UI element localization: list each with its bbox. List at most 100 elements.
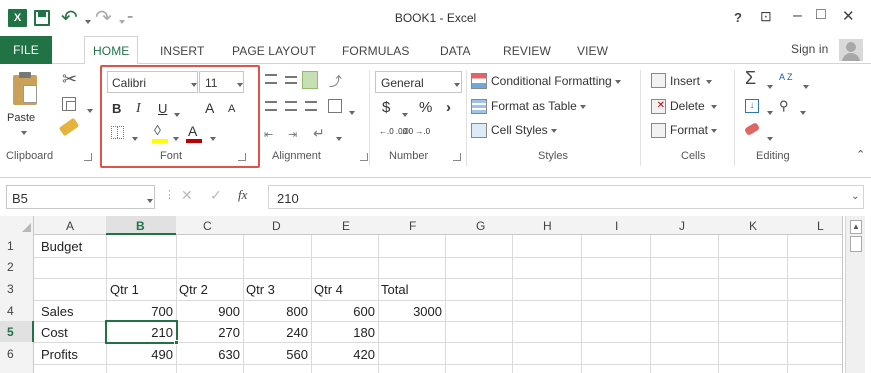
cell-e6[interactable]: 420	[311, 347, 375, 362]
cell-b5[interactable]: 210	[106, 325, 173, 340]
cell-b3[interactable]: Qtr 1	[110, 282, 139, 297]
cell-d4[interactable]: 800	[243, 304, 308, 319]
cell-e4[interactable]: 600	[311, 304, 375, 319]
row-header-1[interactable]: 1	[7, 239, 14, 253]
tab-home[interactable]: HOME	[84, 36, 139, 65]
cell-d6[interactable]: 560	[243, 347, 308, 362]
copy-icon[interactable]	[62, 97, 76, 111]
column-header-i[interactable]: I	[615, 219, 618, 233]
clipboard-launcher-icon[interactable]	[84, 153, 92, 161]
ribbon-display-options-icon[interactable]: ⊡	[760, 8, 772, 25]
cut-icon[interactable]: ✂	[62, 69, 77, 90]
fill-handle[interactable]	[174, 340, 179, 345]
column-header-g[interactable]: G	[476, 219, 485, 233]
column-header-c[interactable]: C	[203, 219, 212, 233]
sort-dropdown-icon[interactable]	[800, 78, 809, 96]
cell-a4[interactable]: Sales	[41, 304, 74, 319]
format-button[interactable]: Format	[670, 123, 718, 137]
column-header-j[interactable]: J	[679, 219, 685, 233]
cell-e5[interactable]: 180	[311, 325, 375, 340]
cell-styles-icon[interactable]	[471, 123, 487, 138]
help-icon[interactable]: ?	[734, 10, 742, 25]
vertical-scrollbar[interactable]: ▲	[845, 216, 865, 373]
cell-styles-button[interactable]: Cell Styles	[491, 123, 557, 137]
row-header-4[interactable]: 4	[7, 304, 14, 318]
cell-f4[interactable]: 3000	[378, 304, 442, 319]
minimize-icon[interactable]: –	[793, 7, 802, 25]
orientation-icon[interactable]: ⤴	[329, 71, 342, 90]
formula-bar-grip-icon[interactable]: ⋮	[164, 188, 175, 201]
clear-dropdown-icon[interactable]	[764, 130, 773, 148]
center-icon[interactable]	[285, 101, 297, 111]
cell-a6[interactable]: Profits	[41, 347, 78, 362]
increase-indent-icon[interactable]: ⇥	[288, 128, 297, 141]
cell-c5[interactable]: 270	[176, 325, 240, 340]
fill-dropdown-icon[interactable]	[764, 104, 773, 122]
column-header-d[interactable]: D	[272, 219, 281, 233]
cell-d3[interactable]: Qtr 3	[246, 282, 275, 297]
row-header-5[interactable]: 5	[7, 325, 14, 339]
number-launcher-icon[interactable]	[453, 153, 461, 161]
find-select-icon[interactable]: ⚲	[779, 98, 789, 114]
format-cells-icon[interactable]	[651, 123, 666, 138]
sign-in-link[interactable]: Sign in	[791, 42, 828, 56]
tab-review[interactable]: REVIEW	[503, 44, 551, 58]
confirm-entry-icon[interactable]: ✓	[210, 187, 222, 204]
column-header-e[interactable]: E	[342, 219, 350, 233]
formula-input[interactable]: 210 ⌄	[268, 185, 864, 209]
cancel-entry-icon[interactable]: ✕	[181, 187, 193, 204]
clear-icon[interactable]	[743, 122, 761, 136]
insert-button[interactable]: Insert	[670, 74, 713, 88]
row-header-2[interactable]: 2	[7, 260, 14, 274]
format-painter-icon[interactable]	[58, 117, 80, 137]
cell-e3[interactable]: Qtr 4	[314, 282, 343, 297]
cell-c3[interactable]: Qtr 2	[179, 282, 208, 297]
autosum-dropdown-icon[interactable]	[764, 78, 773, 96]
format-as-table-button[interactable]: Format as Table	[491, 99, 586, 113]
format-as-table-icon[interactable]	[471, 99, 487, 114]
conditional-formatting-icon[interactable]	[471, 73, 487, 89]
cell-a1[interactable]: Budget	[41, 239, 82, 254]
tab-file[interactable]: FILE	[0, 36, 52, 64]
currency-button[interactable]: $	[382, 99, 390, 116]
select-all-icon[interactable]	[22, 223, 31, 232]
expand-formula-bar-icon[interactable]: ⌄	[851, 191, 859, 202]
middle-align-icon[interactable]	[285, 76, 297, 84]
column-header-a[interactable]: A	[66, 219, 74, 233]
align-left-icon[interactable]	[265, 101, 277, 111]
avatar[interactable]	[839, 39, 863, 61]
insert-function-icon[interactable]: fx	[238, 187, 247, 203]
cell-c6[interactable]: 630	[176, 347, 240, 362]
wrap-text-icon[interactable]: ↵	[313, 125, 325, 142]
bottom-align-icon[interactable]	[302, 71, 318, 89]
scroll-up-icon[interactable]: ▲	[850, 220, 862, 234]
tab-formulas[interactable]: FORMULAS	[342, 44, 409, 58]
collapse-ribbon-icon[interactable]: ⌃	[856, 148, 865, 161]
currency-dropdown-icon[interactable]	[399, 106, 408, 124]
conditional-formatting-button[interactable]: Conditional Formatting	[491, 74, 621, 88]
fill-icon[interactable]: ↓	[745, 99, 759, 113]
tab-page-layout[interactable]: PAGE LAYOUT	[232, 44, 316, 58]
percent-button[interactable]: %	[419, 99, 432, 116]
column-header-f[interactable]: F	[409, 219, 416, 233]
column-header-b[interactable]: B	[136, 219, 145, 233]
insert-cells-icon[interactable]	[651, 73, 666, 88]
align-right-icon[interactable]	[305, 101, 317, 111]
maximize-icon[interactable]: □	[816, 6, 826, 24]
copy-dropdown-icon[interactable]	[84, 102, 93, 120]
number-format-select[interactable]: General	[375, 71, 462, 93]
cell-b6[interactable]: 490	[106, 347, 173, 362]
merge-dropdown-icon[interactable]	[346, 104, 355, 122]
top-align-icon[interactable]	[265, 74, 277, 84]
scrollbar-thumb[interactable]	[850, 236, 862, 252]
paste-dropdown-icon[interactable]	[18, 124, 27, 142]
delete-button[interactable]: Delete	[670, 99, 718, 113]
tab-data[interactable]: DATA	[440, 44, 471, 58]
merge-center-icon[interactable]	[328, 99, 342, 113]
decrease-decimal-button[interactable]: .00 →.0	[402, 127, 430, 136]
paste-button[interactable]: Paste	[7, 112, 35, 124]
row-header-3[interactable]: 3	[7, 282, 14, 296]
comma-button[interactable]: ›	[446, 99, 451, 116]
cell-d5[interactable]: 240	[243, 325, 308, 340]
tab-insert[interactable]: INSERT	[160, 44, 204, 58]
